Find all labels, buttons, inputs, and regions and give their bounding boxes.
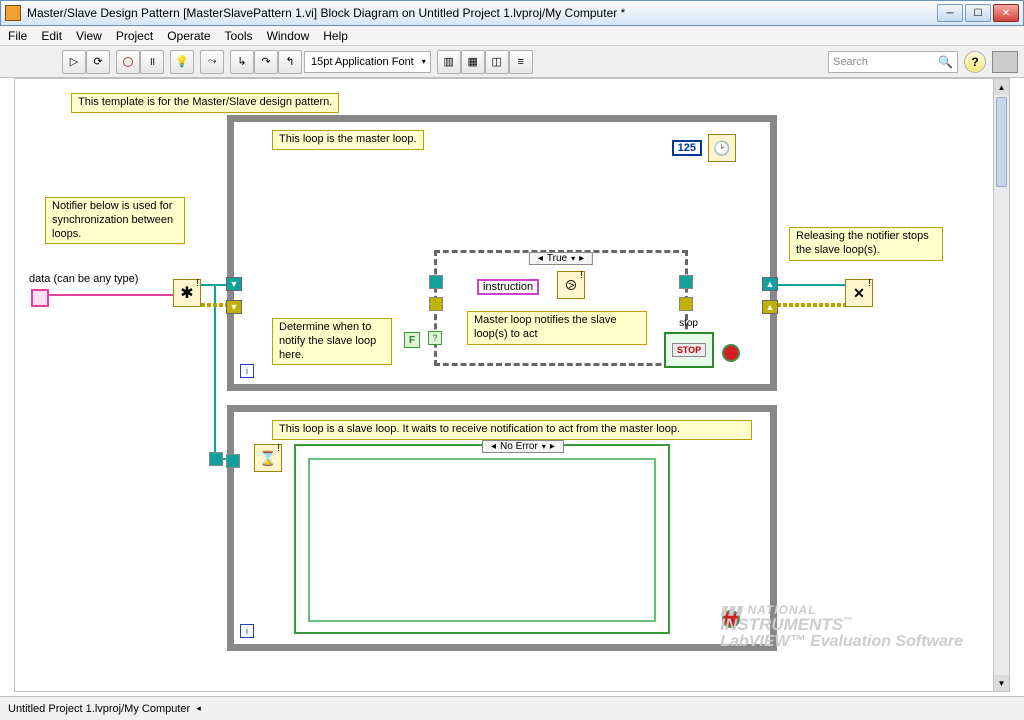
chevron-right-icon[interactable]: ▸ [579, 253, 584, 264]
shiftreg-right-yellow: ▲ [762, 300, 778, 314]
note-master-notify: Master loop notifies the slave loop(s) t… [467, 311, 647, 345]
case-tunnel-out-teal [679, 275, 693, 289]
menu-edit[interactable]: Edit [41, 29, 62, 43]
window-title: Master/Slave Design Pattern [MasterSlave… [27, 6, 937, 20]
menu-operate[interactable]: Operate [167, 29, 210, 43]
case-label: True [547, 253, 567, 264]
wait-ms-node[interactable]: 🕑 [708, 134, 736, 162]
case-tunnel-in-teal [429, 275, 443, 289]
canvas-frame: This template is for the Master/Slave de… [14, 78, 1010, 692]
menu-file[interactable]: File [8, 29, 27, 43]
highlight-exec-button[interactable]: 💡 [170, 50, 194, 74]
menu-window[interactable]: Window [267, 29, 310, 43]
data-terminal[interactable] [31, 289, 49, 307]
vertical-scrollbar[interactable]: ▲ ▼ [993, 79, 1009, 691]
slave-tunnel-teal [226, 454, 240, 468]
vi-icon[interactable] [992, 51, 1018, 73]
chevron-left-icon[interactable]: ◂ [491, 441, 496, 452]
loop-condition-terminal[interactable] [722, 344, 740, 362]
step-over-button[interactable]: ↷ [254, 50, 278, 74]
run-button[interactable]: ▷ [62, 50, 86, 74]
note-master: This loop is the master loop. [272, 130, 424, 150]
wait-on-notification-node[interactable]: ⌛ ! [254, 444, 282, 472]
close-button[interactable]: ✕ [993, 4, 1019, 22]
slave-loop-condition-terminal[interactable] [722, 610, 740, 628]
shiftreg-right-teal: ▲ [762, 277, 778, 291]
slave-iteration-terminal: i [240, 624, 254, 638]
release-notifier-node[interactable]: ✕ ! [845, 279, 873, 307]
scroll-thumb[interactable] [996, 97, 1007, 187]
master-while-loop[interactable]: This loop is the master loop. 125 🕑 ▼ ▼ … [227, 115, 777, 391]
menu-tools[interactable]: Tools [225, 29, 253, 43]
case-tunnel-out-yellow [679, 297, 693, 311]
chevron-down-icon[interactable]: ▾ [571, 254, 575, 263]
data-label: data (can be any type) [29, 273, 138, 285]
case-tunnel-in-yellow [429, 297, 443, 311]
note-determine: Determine when to notify the slave loop … [272, 318, 392, 365]
search-icon: 🔍 [938, 55, 953, 69]
slave-while-loop[interactable]: This loop is a slave loop. It waits to r… [227, 405, 777, 651]
abort-button[interactable] [116, 50, 140, 74]
timeout-constant[interactable]: 125 [672, 140, 702, 156]
distribute-button[interactable]: ▦ [461, 50, 485, 74]
case-selector[interactable]: ◂ True ▾ ▸ [529, 252, 593, 265]
menu-project[interactable]: Project [116, 29, 153, 43]
tunnel-branch [209, 452, 223, 466]
status-path: Untitled Project 1.lvproj/My Computer [8, 703, 190, 715]
case-structure-master[interactable]: ◂ True ▾ ▸ ? instruction ⧁ ! [434, 250, 688, 366]
shiftreg-left-teal: ▼ [226, 277, 242, 291]
pause-button[interactable]: ॥ [140, 50, 164, 74]
menubar: File Edit View Project Operate Tools Win… [0, 26, 1024, 46]
step-into-button[interactable]: ↳ [230, 50, 254, 74]
minimize-button[interactable]: ─ [937, 4, 963, 22]
stop-button-inner: STOP [672, 343, 706, 357]
chevron-down-icon[interactable]: ▾ [542, 442, 546, 451]
instruction-label[interactable]: instruction [477, 279, 539, 295]
chevron-left-icon[interactable]: ◂ [538, 253, 543, 264]
search-placeholder: Search [833, 56, 868, 68]
block-diagram[interactable]: This template is for the Master/Slave de… [15, 79, 993, 691]
slave-case-label: No Error [500, 441, 538, 452]
note-slave: This loop is a slave loop. It waits to r… [272, 420, 752, 440]
search-input[interactable]: Search 🔍 [828, 51, 958, 73]
help-button[interactable]: ? [964, 51, 986, 73]
resize-button[interactable]: ◫ [485, 50, 509, 74]
status-chevron-icon[interactable]: ◂ [196, 703, 201, 714]
font-select[interactable]: 15pt Application Font [304, 51, 431, 73]
titlebar: Master/Slave Design Pattern [MasterSlave… [0, 0, 1024, 26]
false-constant[interactable]: F [404, 332, 420, 348]
case-selector-terminal: ? [428, 331, 442, 345]
scroll-down-icon[interactable]: ▼ [994, 675, 1009, 691]
menu-help[interactable]: Help [323, 29, 348, 43]
scroll-up-icon[interactable]: ▲ [994, 79, 1009, 95]
toolbar: ▷ ⟳ ॥ 💡 ⤳ ↳ ↷ ↰ 15pt Application Font ▥ … [0, 46, 1024, 78]
slave-inner-frame [308, 458, 656, 622]
align-button[interactable]: ▥ [437, 50, 461, 74]
status-bar: Untitled Project 1.lvproj/My Computer ◂ [0, 696, 1024, 720]
app-icon [5, 5, 21, 21]
run-continuous-button[interactable]: ⟳ [86, 50, 110, 74]
reorder-button[interactable]: ≡ [509, 50, 533, 74]
note-template: This template is for the Master/Slave de… [71, 93, 339, 113]
stop-control[interactable]: STOP [664, 332, 714, 368]
slave-case-selector[interactable]: ◂ No Error ▾ ▸ [482, 440, 564, 453]
note-release: Releasing the notifier stops the slave l… [789, 227, 943, 261]
note-notifier: Notifier below is used for synchronizati… [45, 197, 185, 244]
stop-label: stop [679, 318, 698, 329]
step-out-button[interactable]: ↰ [278, 50, 302, 74]
send-notification-node[interactable]: ⧁ ! [557, 271, 585, 299]
menu-view[interactable]: View [76, 29, 102, 43]
obtain-notifier-node[interactable]: ✱ ! [173, 279, 201, 307]
iteration-terminal: i [240, 364, 254, 378]
chevron-right-icon[interactable]: ▸ [550, 441, 555, 452]
shiftreg-left-yellow: ▼ [226, 300, 242, 314]
retain-wires-button[interactable]: ⤳ [200, 50, 224, 74]
maximize-button[interactable]: ☐ [965, 4, 991, 22]
